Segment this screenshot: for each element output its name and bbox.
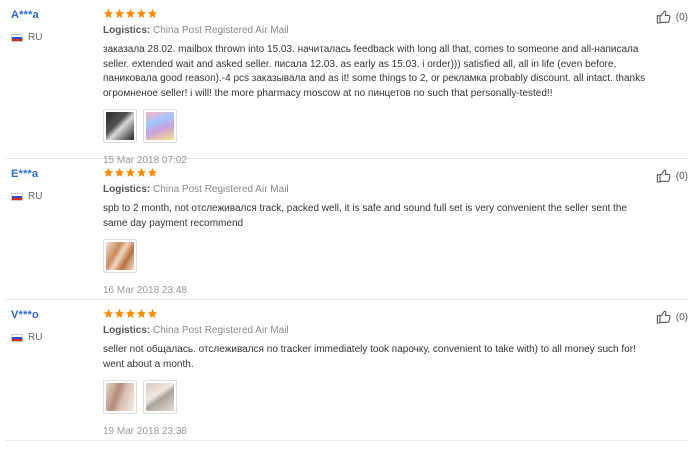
logistics-label: Logistics: — [103, 325, 151, 336]
review-photos — [103, 239, 646, 273]
like-count: (0) — [675, 170, 688, 182]
logistics-info: Logistics: China Post Registered Air Mai… — [103, 325, 646, 336]
like-count: (0) — [675, 11, 688, 23]
review-content: Logistics: China Post Registered Air Mai… — [103, 167, 646, 296]
star-icon — [147, 308, 158, 318]
review-photo-thumbnail[interactable] — [143, 109, 177, 143]
russia-flag-icon — [11, 33, 23, 42]
review-photo-thumbnail[interactable] — [103, 239, 137, 273]
reviewer-country: RU — [11, 332, 91, 343]
logistics-info: Logistics: China Post Registered Air Mai… — [103, 25, 646, 36]
photo-hand-tweezers — [106, 383, 134, 411]
review-text: spb to 2 month, not отслеживался track, … — [103, 203, 627, 229]
star-icon — [125, 8, 136, 18]
reviewer-info: V***o RU — [11, 309, 91, 343]
review-photo-thumbnail[interactable] — [143, 380, 177, 414]
reviewer-name: V***o — [11, 309, 39, 321]
country-code: RU — [28, 191, 43, 202]
reviewer-info: E***a RU — [11, 168, 91, 202]
review-item: E***a RU Logistics: China Post Registere… — [5, 159, 688, 300]
logistics-label: Logistics: — [103, 184, 151, 195]
star-icon — [147, 8, 158, 18]
star-icon — [125, 308, 136, 318]
logistics-value: China Post Registered Air Mail — [153, 184, 289, 195]
reviewer-name: E***a — [11, 168, 39, 180]
star-icon — [103, 8, 114, 18]
star-icon — [136, 8, 147, 18]
russia-flag-icon — [11, 192, 23, 201]
star-icon — [136, 167, 147, 177]
star-rating — [103, 308, 646, 321]
reviewer-country: RU — [11, 191, 91, 202]
reviewer-name: A***a — [11, 9, 39, 21]
star-icon — [147, 167, 158, 177]
reviewer-info: A***a RU — [11, 9, 91, 43]
logistics-value: China Post Registered Air Mail — [153, 325, 289, 336]
helpful-button[interactable]: (0) — [656, 9, 688, 25]
review-text: seller not общалась. отслеживался no tra… — [103, 344, 636, 370]
logistics-value: China Post Registered Air Mail — [153, 25, 289, 36]
review-content: Logistics: China Post Registered Air Mai… — [103, 308, 646, 437]
review-date: 19 Mar 2018 23:38 — [103, 426, 187, 437]
country-code: RU — [28, 332, 43, 343]
review-photos — [103, 380, 646, 414]
logistics-info: Logistics: China Post Registered Air Mai… — [103, 184, 646, 195]
star-icon — [114, 308, 125, 318]
review-item: V***o RU Logistics: China Post Registere… — [5, 300, 688, 441]
thumbs-up-icon — [656, 10, 671, 24]
review-item: A***a RU Logistics: China Post Registere… — [5, 0, 688, 166]
helpful-button[interactable]: (0) — [656, 168, 688, 184]
like-count: (0) — [675, 311, 688, 323]
review-photos — [103, 109, 646, 143]
photo-colorful-pack — [146, 112, 174, 140]
star-icon — [114, 167, 125, 177]
review-photo-thumbnail[interactable] — [103, 109, 137, 143]
review-date: 16 Mar 2018 23:48 — [103, 285, 187, 296]
thumbs-up-icon — [656, 169, 671, 183]
star-icon — [114, 8, 125, 18]
photo-dark-tools — [106, 112, 134, 140]
country-code: RU — [28, 32, 43, 43]
thumbs-up-icon — [656, 310, 671, 324]
star-icon — [103, 308, 114, 318]
review-text: заказала 28.02. mailbox thrown into 15.0… — [103, 44, 646, 99]
star-rating — [103, 8, 646, 21]
star-rating — [103, 167, 646, 180]
review-content: Logistics: China Post Registered Air Mai… — [103, 8, 646, 166]
star-icon — [103, 167, 114, 177]
photo-copper-tweezers — [106, 242, 134, 270]
logistics-label: Logistics: — [103, 25, 151, 36]
russia-flag-icon — [11, 333, 23, 342]
star-icon — [136, 308, 147, 318]
star-icon — [125, 167, 136, 177]
photo-silver-tweezers — [146, 383, 174, 411]
helpful-button[interactable]: (0) — [656, 309, 688, 325]
reviewer-country: RU — [11, 32, 91, 43]
review-photo-thumbnail[interactable] — [103, 380, 137, 414]
